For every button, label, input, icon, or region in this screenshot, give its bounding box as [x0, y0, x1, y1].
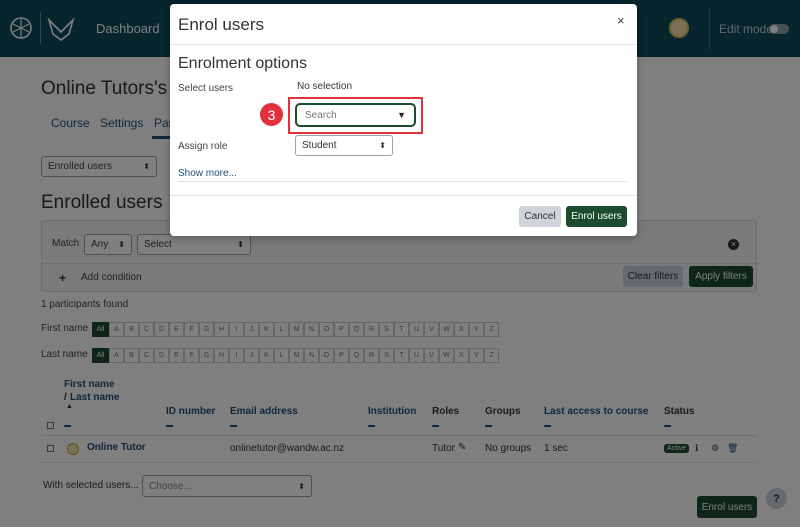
modal-separator: [178, 181, 627, 182]
assign-role-value: Student: [302, 140, 337, 151]
close-icon[interactable]: ×: [617, 13, 625, 28]
assign-role-label: Assign role: [178, 141, 228, 152]
cancel-button[interactable]: Cancel: [519, 206, 561, 227]
enrol-users-dialog: Enrol users × Enrolment options Select u…: [170, 4, 637, 236]
assign-role-select[interactable]: Student ⬍: [295, 135, 393, 156]
dropdown-arrow-icon[interactable]: ▼: [397, 110, 406, 120]
modal-footer-divider: [170, 195, 637, 196]
enrol-users-confirm-button[interactable]: Enrol users: [566, 206, 627, 227]
modal-header: Enrol users ×: [170, 4, 637, 45]
enrolment-options-heading: Enrolment options: [178, 55, 307, 72]
step-number-badge: 3: [260, 103, 283, 126]
select-arrows-icon: ⬍: [379, 141, 386, 150]
modal-title: Enrol users: [178, 15, 264, 34]
search-input[interactable]: [305, 109, 385, 121]
no-selection-text: No selection: [297, 81, 353, 92]
user-search-field[interactable]: ▼: [295, 103, 416, 127]
select-users-label: Select users: [178, 83, 234, 94]
show-more-link[interactable]: Show more...: [178, 168, 237, 179]
